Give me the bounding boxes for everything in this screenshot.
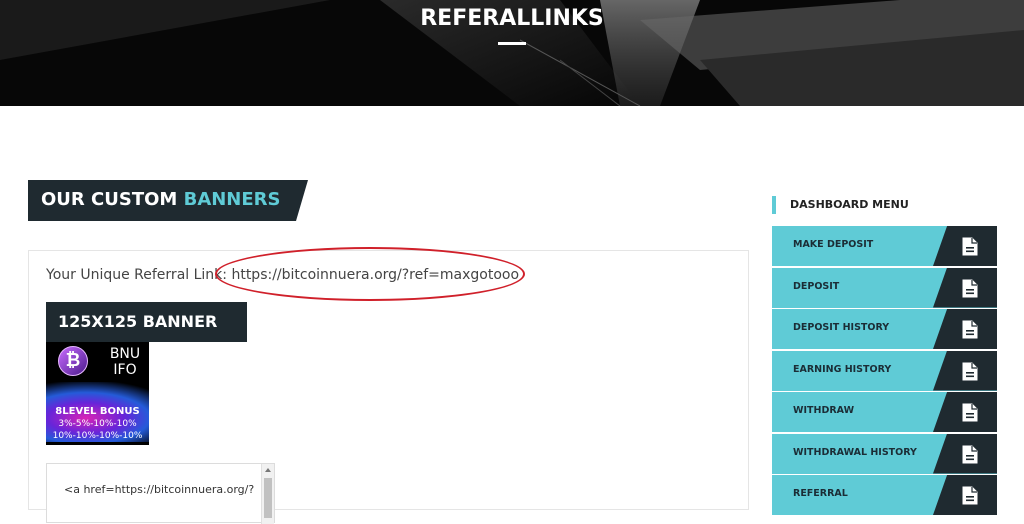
banner-image[interactable]: ₿ BNU IFO 8LEVEL BONUS 3%-5%-10%-10% 10%… <box>46 342 149 445</box>
document-icon <box>962 403 978 422</box>
banner-code-text: <a href=https://bitcoinnuera.org/? <box>64 483 255 496</box>
sidebar-item-label: REFERRAL <box>793 488 848 499</box>
document-icon <box>962 279 978 297</box>
sidebar-item-referral[interactable]: REFERRAL <box>772 475 997 515</box>
sidebar-item-withdrawal-history[interactable]: WITHDRAWAL HISTORY <box>772 433 997 474</box>
sidebar-item-earning-history[interactable]: EARNING HISTORY <box>772 350 997 391</box>
section-heading-accent: BANNERS <box>183 189 281 210</box>
banner-size-label: 125X125 BANNER <box>46 302 247 342</box>
scroll-up-arrow-icon[interactable] <box>265 468 271 472</box>
banner-code-textarea[interactable]: <a href=https://bitcoinnuera.org/? <box>46 463 275 524</box>
section-heading: OUR CUSTOM BANNERS <box>28 180 308 221</box>
sidebar-item-withdraw[interactable]: WITHDRAW <box>772 392 997 432</box>
document-icon <box>962 445 978 463</box>
banner-text-ifo: IFO <box>113 362 137 378</box>
sidebar-item-label: WITHDRAW <box>793 405 855 416</box>
page-hero: REFERALLINKS <box>0 0 1024 106</box>
banner-bonus-line-1: 3%-5%-10%-10% <box>58 419 137 429</box>
dashboard-menu-title: DASHBOARD MENU <box>772 196 909 214</box>
scroll-thumb[interactable] <box>264 478 272 518</box>
highlight-circle-annotation <box>215 247 525 301</box>
sidebar-item-label: DEPOSIT <box>793 280 840 292</box>
document-icon <box>962 320 978 339</box>
sidebar-item-label: DEPOSIT HISTORY <box>793 322 890 333</box>
bitcoin-logo-icon: ₿ <box>58 346 88 376</box>
sidebar-item-make-deposit[interactable]: MAKE DEPOSIT <box>772 226 997 266</box>
sidebar-item-label: EARNING HISTORY <box>793 363 892 375</box>
sidebar-item-label: WITHDRAWAL HISTORY <box>793 446 917 458</box>
page-title: REFERALLINKS <box>420 6 604 31</box>
document-icon <box>962 237 978 256</box>
sidebar-item-deposit-history[interactable]: DEPOSIT HISTORY <box>772 309 997 349</box>
sidebar-item-label: MAKE DEPOSIT <box>793 239 874 250</box>
banner-bonus-line-2: 10%-10%-10%-10% <box>52 431 143 441</box>
document-icon <box>962 362 978 380</box>
banner-text-bnu: BNU <box>109 346 141 362</box>
code-scrollbar[interactable] <box>261 464 274 524</box>
sidebar-item-deposit[interactable]: DEPOSIT <box>772 267 997 308</box>
section-heading-main: OUR CUSTOM <box>41 189 184 210</box>
referral-content-panel: Your Unique Referral Link: https://bitco… <box>28 247 749 524</box>
title-underline <box>498 42 526 45</box>
referral-link-label: Your Unique Referral Link: <box>46 267 232 283</box>
banner-bonus-title: 8LEVEL BONUS <box>55 406 140 417</box>
